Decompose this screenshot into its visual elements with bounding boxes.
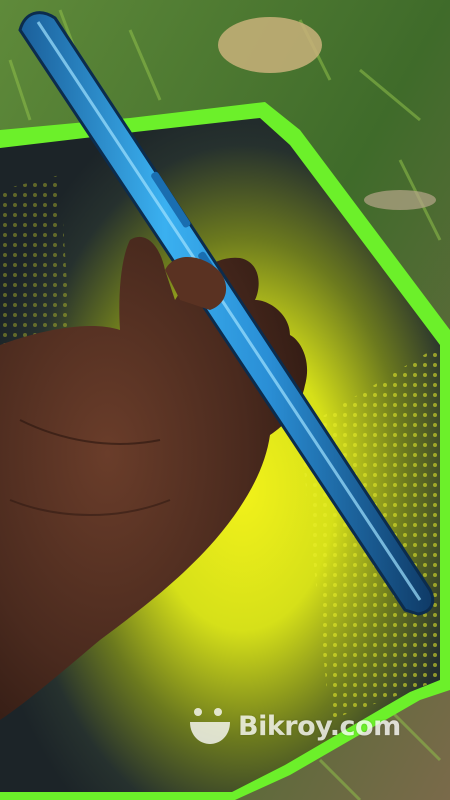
- photo-scene: Bikroy.com: [0, 0, 450, 800]
- bikroy-smile-logo-icon: [188, 706, 232, 746]
- mat-dot-pattern-left: [0, 175, 70, 345]
- dry-leaf: [218, 17, 322, 73]
- dry-leaf-2: [364, 190, 436, 210]
- bikroy-watermark: Bikroy.com: [188, 706, 401, 746]
- watermark-text: Bikroy.com: [238, 710, 401, 742]
- photo-canvas: [0, 0, 450, 800]
